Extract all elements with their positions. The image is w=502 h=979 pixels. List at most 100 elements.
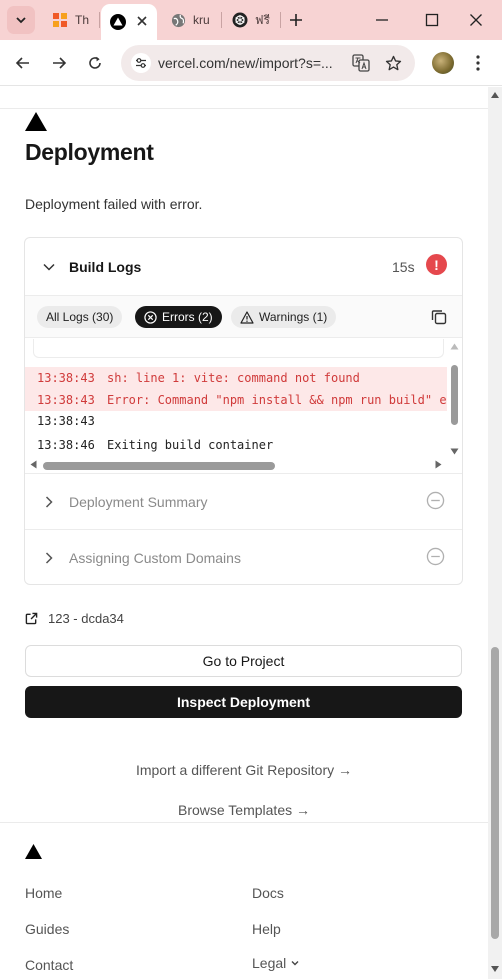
browser-menu-button[interactable] [470, 51, 486, 75]
deployment-card: Build Logs 15s ! All Logs (30) Errors (2… [24, 237, 463, 585]
footer-link-legal[interactable]: Legal [252, 955, 300, 971]
browser-tab-4[interactable]: ฟรี [222, 0, 280, 40]
log-time: 13:38:43 [37, 414, 95, 428]
filter-warnings[interactable]: Warnings (1) [231, 306, 337, 328]
page-title: Deployment [25, 139, 154, 165]
import-repository-link[interactable]: Import a different Git Repository → [0, 762, 488, 778]
plus-icon [290, 14, 302, 26]
chevron-right-icon [45, 552, 53, 564]
scroll-left-arrow-icon[interactable] [30, 460, 37, 469]
tab-strip: Th kru ฟรี [0, 0, 502, 40]
vercel-footer-logo-icon[interactable] [25, 844, 42, 859]
build-logs-title: Build Logs [69, 259, 142, 275]
assigning-domains-section[interactable]: Assigning Custom Domains [25, 529, 462, 584]
page-viewport: Deployment Deployment failed with error.… [0, 87, 488, 979]
arrow-left-icon [15, 57, 29, 69]
footer-legal-label: Legal [252, 955, 287, 971]
back-button[interactable] [11, 51, 35, 75]
log-message: Exiting build container [107, 438, 274, 452]
log-filter-bar: All Logs (30) Errors (2) Warnings (1) [25, 295, 462, 338]
filter-label: Errors (2) [162, 310, 213, 324]
scroll-down-arrow-icon[interactable] [450, 448, 459, 455]
log-vertical-scrollbar[interactable] [447, 339, 462, 473]
close-icon [470, 14, 482, 26]
go-to-project-button[interactable]: Go to Project [25, 645, 462, 677]
close-window-button[interactable] [466, 10, 486, 30]
deployment-status-text: Deployment failed with error. [25, 196, 203, 212]
divider [0, 108, 488, 109]
minus-circle-icon [426, 491, 445, 510]
external-link-icon [25, 612, 38, 625]
log-row: 13:38:43 Error: Command "npm install && n… [25, 389, 447, 411]
commit-label: 123 - dcda34 [48, 611, 124, 626]
log-output[interactable]: 13:38:43 sh: line 1: vite: command not fo… [25, 339, 462, 473]
scroll-up-arrow-icon[interactable] [450, 343, 459, 350]
filter-label: All Logs (30) [46, 310, 114, 324]
footer-divider [0, 822, 488, 823]
site-info-icon[interactable] [131, 53, 151, 73]
scroll-right-arrow-icon[interactable] [435, 460, 442, 469]
filter-errors[interactable]: Errors (2) [135, 306, 222, 328]
browser-tab-3[interactable]: kru [160, 0, 220, 40]
log-scroll-thumb[interactable] [451, 365, 458, 425]
chevron-right-icon [45, 496, 53, 508]
commit-link[interactable]: 123 - dcda34 [25, 611, 124, 626]
more-vertical-icon [476, 55, 480, 71]
browser-tab-title: kru [193, 13, 210, 27]
scroll-down-arrow-icon[interactable] [491, 965, 499, 973]
arrow-right-icon [53, 57, 67, 69]
build-logs-header[interactable]: Build Logs 15s ! [25, 238, 462, 295]
error-alert-icon: ! [426, 254, 447, 275]
chevron-down-icon [43, 263, 55, 271]
filter-label: Warnings (1) [259, 310, 328, 324]
url-text: vercel.com/new/import?s=... [158, 55, 333, 71]
x-circle-icon [144, 310, 157, 324]
page-scroll-thumb[interactable] [491, 647, 499, 939]
bookmark-star-icon[interactable] [383, 53, 403, 73]
log-row: 13:38:43 sh: line 1: vite: command not fo… [25, 367, 447, 389]
browser-tab-active[interactable] [101, 4, 157, 40]
address-bar[interactable]: vercel.com/new/import?s=... [121, 45, 415, 81]
footer-link-home[interactable]: Home [25, 885, 62, 901]
footer-link-help[interactable]: Help [252, 921, 281, 937]
forward-button[interactable] [47, 51, 71, 75]
browser-tab-title: ฟรี [255, 12, 270, 27]
footer-link-contact[interactable]: Contact [25, 957, 73, 973]
new-tab-button[interactable] [285, 9, 307, 31]
globe-icon [170, 12, 186, 28]
log-time: 13:38:43 [37, 393, 95, 407]
footer-link-docs[interactable]: Docs [252, 885, 284, 901]
minimize-button[interactable] [372, 10, 392, 30]
filter-all-logs[interactable]: All Logs (30) [37, 306, 123, 328]
deployment-summary-section[interactable]: Deployment Summary [25, 473, 462, 529]
browser-tab-1[interactable]: Th [40, 0, 98, 40]
tab-separator [99, 12, 100, 28]
copy-icon[interactable] [430, 308, 448, 326]
maximize-button[interactable] [422, 10, 442, 30]
maximize-icon [425, 13, 439, 27]
reload-button[interactable] [83, 51, 107, 75]
browse-templates-link[interactable]: Browse Templates → [0, 802, 488, 818]
browser-tab-title: Th [75, 13, 90, 27]
close-tab-icon[interactable] [135, 14, 149, 28]
translate-icon[interactable] [351, 53, 371, 73]
profile-avatar[interactable] [432, 52, 454, 74]
warning-triangle-icon [240, 310, 254, 324]
app-favicon-icon [52, 12, 68, 28]
log-horizontal-scroll-thumb[interactable] [43, 462, 275, 470]
log-row: 13:38:43 [25, 410, 447, 432]
scroll-up-arrow-icon[interactable] [491, 91, 499, 99]
tab-search-button[interactable] [7, 6, 35, 34]
log-row: 13:38:46 Exiting build container [25, 434, 447, 456]
section-label: Assigning Custom Domains [69, 550, 241, 566]
minimize-icon [376, 19, 388, 21]
footer-link-guides[interactable]: Guides [25, 921, 69, 937]
log-collapsed-group [33, 339, 444, 358]
page-scrollbar[interactable] [488, 87, 502, 979]
inspect-deployment-button[interactable]: Inspect Deployment [25, 686, 462, 718]
chevron-down-icon [291, 961, 299, 966]
log-time: 13:38:43 [37, 371, 95, 385]
openai-icon [232, 12, 248, 28]
build-duration: 15s [392, 259, 415, 275]
minus-circle-icon [426, 547, 445, 566]
